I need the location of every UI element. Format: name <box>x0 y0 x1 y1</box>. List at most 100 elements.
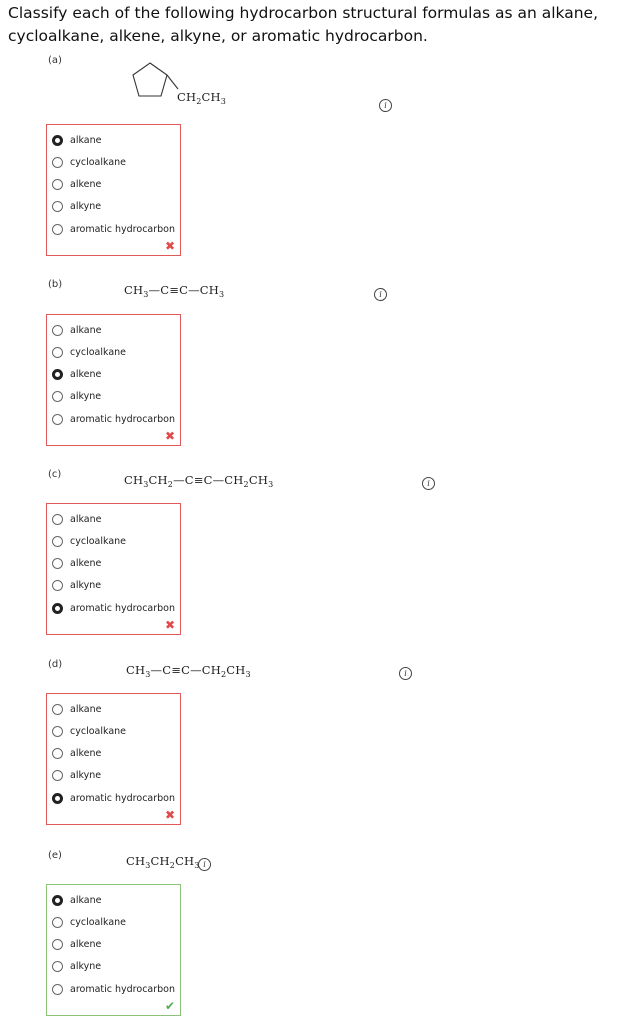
radio-button[interactable] <box>52 703 63 715</box>
part-b-formula: CH3—C≡C—CH3 <box>124 283 225 299</box>
radio-button[interactable] <box>52 983 63 995</box>
correct-check-icon: ✔ <box>164 999 175 1013</box>
option-alkyne[interactable]: alkyne <box>52 388 101 404</box>
part-e-info-icon[interactable]: i <box>198 858 211 871</box>
option-label: alkane <box>70 134 102 146</box>
option-label: aromatic hydrocarbon <box>70 413 176 425</box>
option-label: aromatic hydrocarbon <box>70 602 176 614</box>
part-d-info-icon[interactable]: i <box>399 667 412 680</box>
part-c-info-icon[interactable]: i <box>422 477 435 490</box>
radio-button[interactable] <box>52 792 63 804</box>
part-c-label: (c) <box>48 469 62 480</box>
radio-button[interactable] <box>52 747 63 759</box>
option-label: cycloalkane <box>70 346 127 358</box>
option-aromatic-hydrocarbon[interactable]: aromatic hydrocarbon <box>52 600 175 616</box>
radio-button[interactable] <box>52 346 63 358</box>
option-label: aromatic hydrocarbon <box>70 792 176 804</box>
radio-button[interactable] <box>52 390 63 402</box>
option-aromatic-hydrocarbon[interactable]: aromatic hydrocarbon <box>52 981 175 997</box>
option-aromatic-hydrocarbon[interactable]: aromatic hydrocarbon <box>52 790 175 806</box>
part-b-label: (b) <box>48 279 63 290</box>
option-label: cycloalkane <box>70 535 127 547</box>
radio-button[interactable] <box>52 324 63 336</box>
option-label: alkyne <box>70 579 102 591</box>
radio-button[interactable] <box>52 513 63 525</box>
part-a-choice-box: alkane cycloalkane alkene alkyne aromatic hy… <box>46 124 181 256</box>
option-alkene[interactable]: alkene <box>52 176 101 192</box>
radio-button[interactable] <box>52 938 63 950</box>
option-cycloalkane[interactable]: cycloalkane <box>52 533 126 549</box>
option-label: alkane <box>70 703 102 715</box>
option-alkyne[interactable]: alkyne <box>52 958 101 974</box>
part-b-info-icon[interactable]: i <box>374 288 387 301</box>
radio-button[interactable] <box>52 557 63 569</box>
part-c-choice-box: alkane cycloalkane alkene alkyne aromatic hy… <box>46 503 181 635</box>
radio-button[interactable] <box>52 200 63 212</box>
part-d-choice-box: alkane cycloalkane alkene alkyne aromatic hy… <box>46 693 181 825</box>
option-cycloalkane[interactable]: cycloalkane <box>52 914 126 930</box>
option-label: alkyne <box>70 390 102 402</box>
radio-button[interactable] <box>52 223 63 235</box>
part-e-formula: CH3CH2CH3 <box>126 854 200 870</box>
radio-button[interactable] <box>52 535 63 547</box>
part-a-info-icon[interactable]: i <box>379 99 392 112</box>
option-cycloalkane[interactable]: cycloalkane <box>52 154 126 170</box>
part-e-choice-box: alkane cycloalkane alkene alkyne aromatic hy… <box>46 884 181 1016</box>
option-label: alkene <box>70 368 102 380</box>
option-label: cycloalkane <box>70 916 127 928</box>
radio-button[interactable] <box>52 602 63 614</box>
option-aromatic-hydrocarbon[interactable]: aromatic hydrocarbon <box>52 411 175 427</box>
part-d-formula: CH3—C≡C—CH2CH3 <box>126 663 251 679</box>
option-label: cycloalkane <box>70 156 127 168</box>
option-alkane[interactable]: alkane <box>52 132 101 148</box>
radio-button[interactable] <box>52 134 63 146</box>
radio-button[interactable] <box>52 413 63 425</box>
option-label: alkyne <box>70 769 102 781</box>
part-c-formula: CH3CH2—C≡C—CH2CH3 <box>124 473 274 489</box>
radio-button[interactable] <box>52 368 63 380</box>
option-label: aromatic hydrocarbon <box>70 223 176 235</box>
option-alkane[interactable]: alkane <box>52 322 101 338</box>
option-label: alkene <box>70 938 102 950</box>
option-alkyne[interactable]: alkyne <box>52 198 101 214</box>
option-label: aromatic hydrocarbon <box>70 983 176 995</box>
option-alkane[interactable]: alkane <box>52 511 101 527</box>
part-b-choice-box: alkane cycloalkane alkene alkyne aromatic hy… <box>46 314 181 446</box>
option-cycloalkane[interactable]: cycloalkane <box>52 723 126 739</box>
radio-button[interactable] <box>52 156 63 168</box>
option-label: alkene <box>70 178 102 190</box>
option-alkene[interactable]: alkene <box>52 366 101 382</box>
option-label: alkane <box>70 513 102 525</box>
radio-button[interactable] <box>52 725 63 737</box>
option-label: alkene <box>70 747 102 759</box>
option-alkene[interactable]: alkene <box>52 936 101 952</box>
radio-button[interactable] <box>52 960 63 972</box>
option-label: cycloalkane <box>70 725 127 737</box>
question-text: Classify each of the following hydrocarb… <box>8 4 599 45</box>
radio-button[interactable] <box>52 894 63 906</box>
incorrect-x-icon: ✖ <box>164 429 175 443</box>
part-d-label: (d) <box>48 659 63 670</box>
incorrect-x-icon: ✖ <box>164 239 175 253</box>
option-alkene[interactable]: alkene <box>52 555 101 571</box>
option-cycloalkane[interactable]: cycloalkane <box>52 344 126 360</box>
part-e-label: (e) <box>48 850 62 861</box>
radio-button[interactable] <box>52 769 63 781</box>
option-label: alkyne <box>70 960 102 972</box>
option-alkane[interactable]: alkane <box>52 701 101 717</box>
radio-button[interactable] <box>52 579 63 591</box>
radio-button[interactable] <box>52 916 63 928</box>
option-alkyne[interactable]: alkyne <box>52 577 101 593</box>
option-label: alkyne <box>70 200 102 212</box>
incorrect-x-icon: ✖ <box>164 618 175 632</box>
option-alkyne[interactable]: alkyne <box>52 767 101 783</box>
part-a-formula: CH2CH3 <box>177 90 227 106</box>
option-aromatic-hydrocarbon[interactable]: aromatic hydrocarbon <box>52 221 175 237</box>
option-label: alkene <box>70 557 102 569</box>
option-label: alkane <box>70 324 102 336</box>
incorrect-x-icon: ✖ <box>164 808 175 822</box>
part-a-label: (a) <box>48 55 62 66</box>
radio-button[interactable] <box>52 178 63 190</box>
option-alkane[interactable]: alkane <box>52 892 101 908</box>
option-alkene[interactable]: alkene <box>52 745 101 761</box>
